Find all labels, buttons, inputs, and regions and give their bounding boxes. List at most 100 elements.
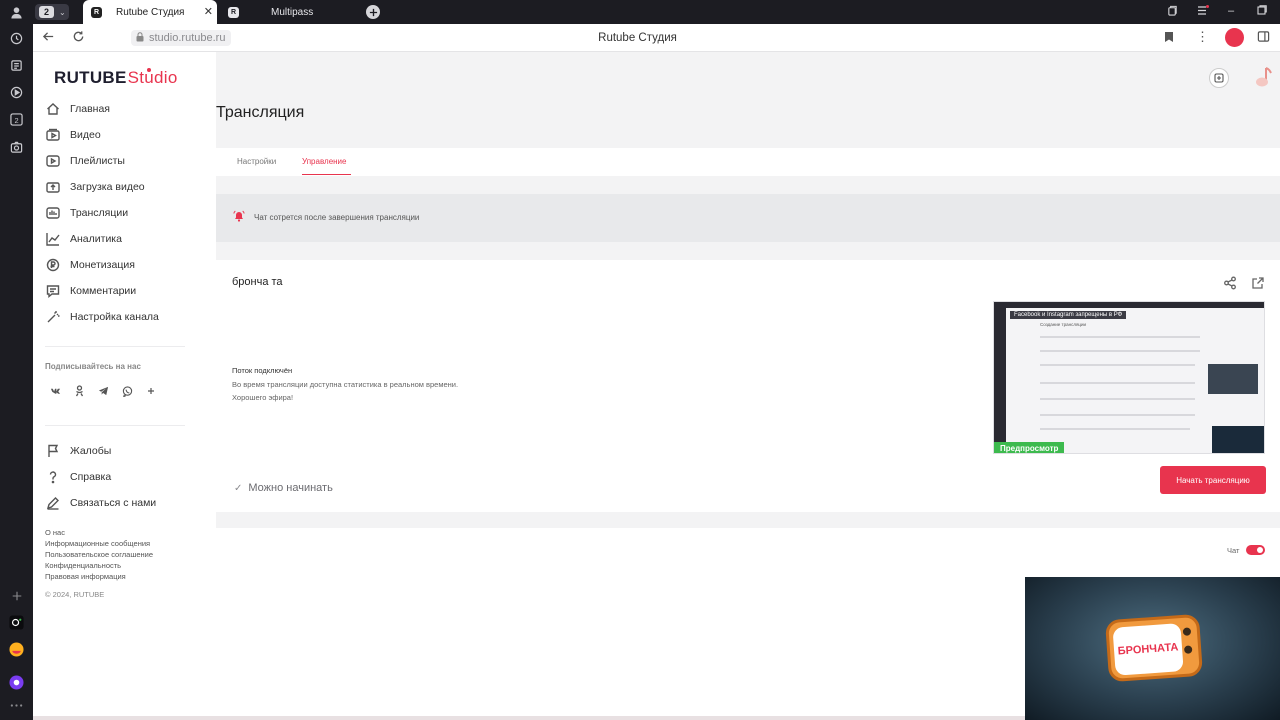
sidebar-item-playlists[interactable]: Плейлисты [45,151,125,171]
external-link-icon[interactable] [1251,276,1265,290]
upload-icon [45,180,60,195]
notes-icon[interactable] [8,57,25,74]
yandex-icon[interactable] [8,641,25,658]
sidebar-item-label: Видео [70,129,101,141]
edit-icon [45,496,60,511]
tab-count: 2 [39,6,54,18]
sidebar-item-complaints[interactable]: Жалобы [45,441,111,461]
footer-link-legal[interactable]: Правовая информация [45,572,126,581]
two-icon[interactable]: 2 [8,111,25,128]
page-title: Трансляция [216,104,305,121]
collections-icon[interactable] [1167,5,1178,19]
rutube-favicon-icon: R [228,6,239,18]
sidebar-item-channel-settings[interactable]: Настройка канала [45,307,159,327]
tab-title: Multipass [271,6,314,18]
tv-knob [1183,645,1193,654]
ready-status: ✓ Можно начинать [234,482,333,494]
tv-screen: БРОНЧАТА [1112,623,1184,676]
sidebar-item-label: Настройка канала [70,311,159,323]
camera-icon[interactable] [8,614,25,631]
vk-icon[interactable] [47,383,63,399]
stream-status-title: Поток подключён [232,366,293,375]
upload-video-icon[interactable] [1209,68,1229,88]
preview-topbar [1006,302,1264,308]
divider [45,425,185,426]
browser-side-panel: 2 [0,0,33,720]
stream-status-line: Хорошего эфира! [232,393,294,402]
sidebar-item-upload[interactable]: Загрузка видео [45,177,145,197]
sidebar-item-video[interactable]: Видео [45,125,101,145]
tab-group-selector[interactable]: 2 ⌄ [35,4,69,20]
sidebar-item-help[interactable]: Справка [45,467,111,487]
preview-line [1040,364,1195,366]
analytics-icon [45,232,60,247]
svg-text:2: 2 [14,116,18,125]
add-icon[interactable] [8,587,25,604]
sidebar-item-home[interactable]: Главная [45,99,110,119]
active-tab-indicator [302,174,351,175]
sidebar: RUTUBEStudio Главная Видео Плейлисты Заг… [33,52,216,720]
maximize-button[interactable] [1257,5,1267,18]
video-icon [45,128,60,143]
preview-badge: Предпросмотр [994,442,1065,453]
minimize-button[interactable]: – [1228,5,1234,17]
sidebar-item-monetization[interactable]: Монетизация [45,255,135,275]
tab-title: Rutube Студия [116,6,185,18]
tab-bar: 2 ⌄ R Rutube Студия ✕ R Multipass – [33,0,1280,24]
tv-logo-text: БРОНЧАТА [1117,641,1179,658]
alice-icon[interactable] [8,674,25,691]
stream-preview[interactable]: Facebook и Instagram запрещены в РФ Созд… [993,301,1265,454]
footer-link-terms[interactable]: Пользовательское соглашение [45,550,153,559]
ready-text: Можно начинать [248,482,333,494]
avatar[interactable] [1252,66,1274,90]
money-icon [45,258,60,273]
sidebar-item-label: Справка [70,471,112,483]
tab-control[interactable]: Управление [302,157,346,166]
footer-link-info[interactable]: Информационные сообщения [45,539,150,548]
history-icon[interactable] [8,30,25,47]
sidebar-item-label: Главная [70,103,110,115]
footer-link-privacy[interactable]: Конфиденциальность [45,561,121,570]
video-overlay[interactable]: БРОНЧАТА [1025,577,1280,720]
more-icon[interactable] [8,697,25,714]
preview-inner-panel [1208,364,1258,394]
page-title-center: Rutube Студия [598,32,677,44]
viber-icon[interactable] [119,383,135,399]
preview-line [1040,336,1200,338]
sidebar-item-comments[interactable]: Комментарии [45,281,136,301]
screenshot-icon[interactable] [8,139,25,156]
profile-icon[interactable] [8,4,25,21]
preview-line [1040,398,1195,400]
tab-rutube-studio[interactable]: R Rutube Студия ✕ [83,0,217,24]
sidebar-item-label: Жалобы [70,445,112,457]
preview-line [1040,428,1190,430]
start-stream-button[interactable]: Начать трансляцию [1160,466,1266,494]
chat-notice: Чат сотрется после завершения трансляции [216,194,1280,242]
kebab-menu-icon[interactable]: ⋮ [1196,29,1209,45]
footer-link-about[interactable]: О нас [45,528,65,537]
close-tab-icon[interactable]: ✕ [204,5,213,18]
rutube-studio-logo[interactable]: RUTUBEStudio [54,68,178,88]
preview-sidebar [994,302,1006,453]
play-icon[interactable] [8,84,25,101]
chat-toggle[interactable] [1246,545,1265,555]
tv-logo: БРОНЧАТА [1104,613,1204,683]
sidebar-item-analytics[interactable]: Аналитика [45,229,122,249]
sidebar-item-contact[interactable]: Связаться с нами [45,493,156,513]
ok-icon[interactable] [71,383,87,399]
sidebar-panel-icon[interactable] [1257,30,1270,46]
tab-settings[interactable]: Настройки [237,157,276,166]
menu-icon[interactable] [1197,5,1209,19]
share-icon[interactable] [1223,276,1237,290]
tab-multipass[interactable]: R Multipass [223,0,363,24]
extension-icon[interactable] [1225,28,1244,47]
playlist-icon [45,154,60,169]
new-tab-button[interactable] [366,5,380,19]
more-icon[interactable] [143,383,159,399]
sidebar-item-label: Комментарии [70,285,137,297]
sidebar-item-label: Загрузка видео [70,181,145,193]
bookmark-icon[interactable] [1164,31,1174,46]
telegram-icon[interactable] [95,383,111,399]
sidebar-item-streams[interactable]: Трансляции [45,203,128,223]
stream-icon [45,206,60,221]
